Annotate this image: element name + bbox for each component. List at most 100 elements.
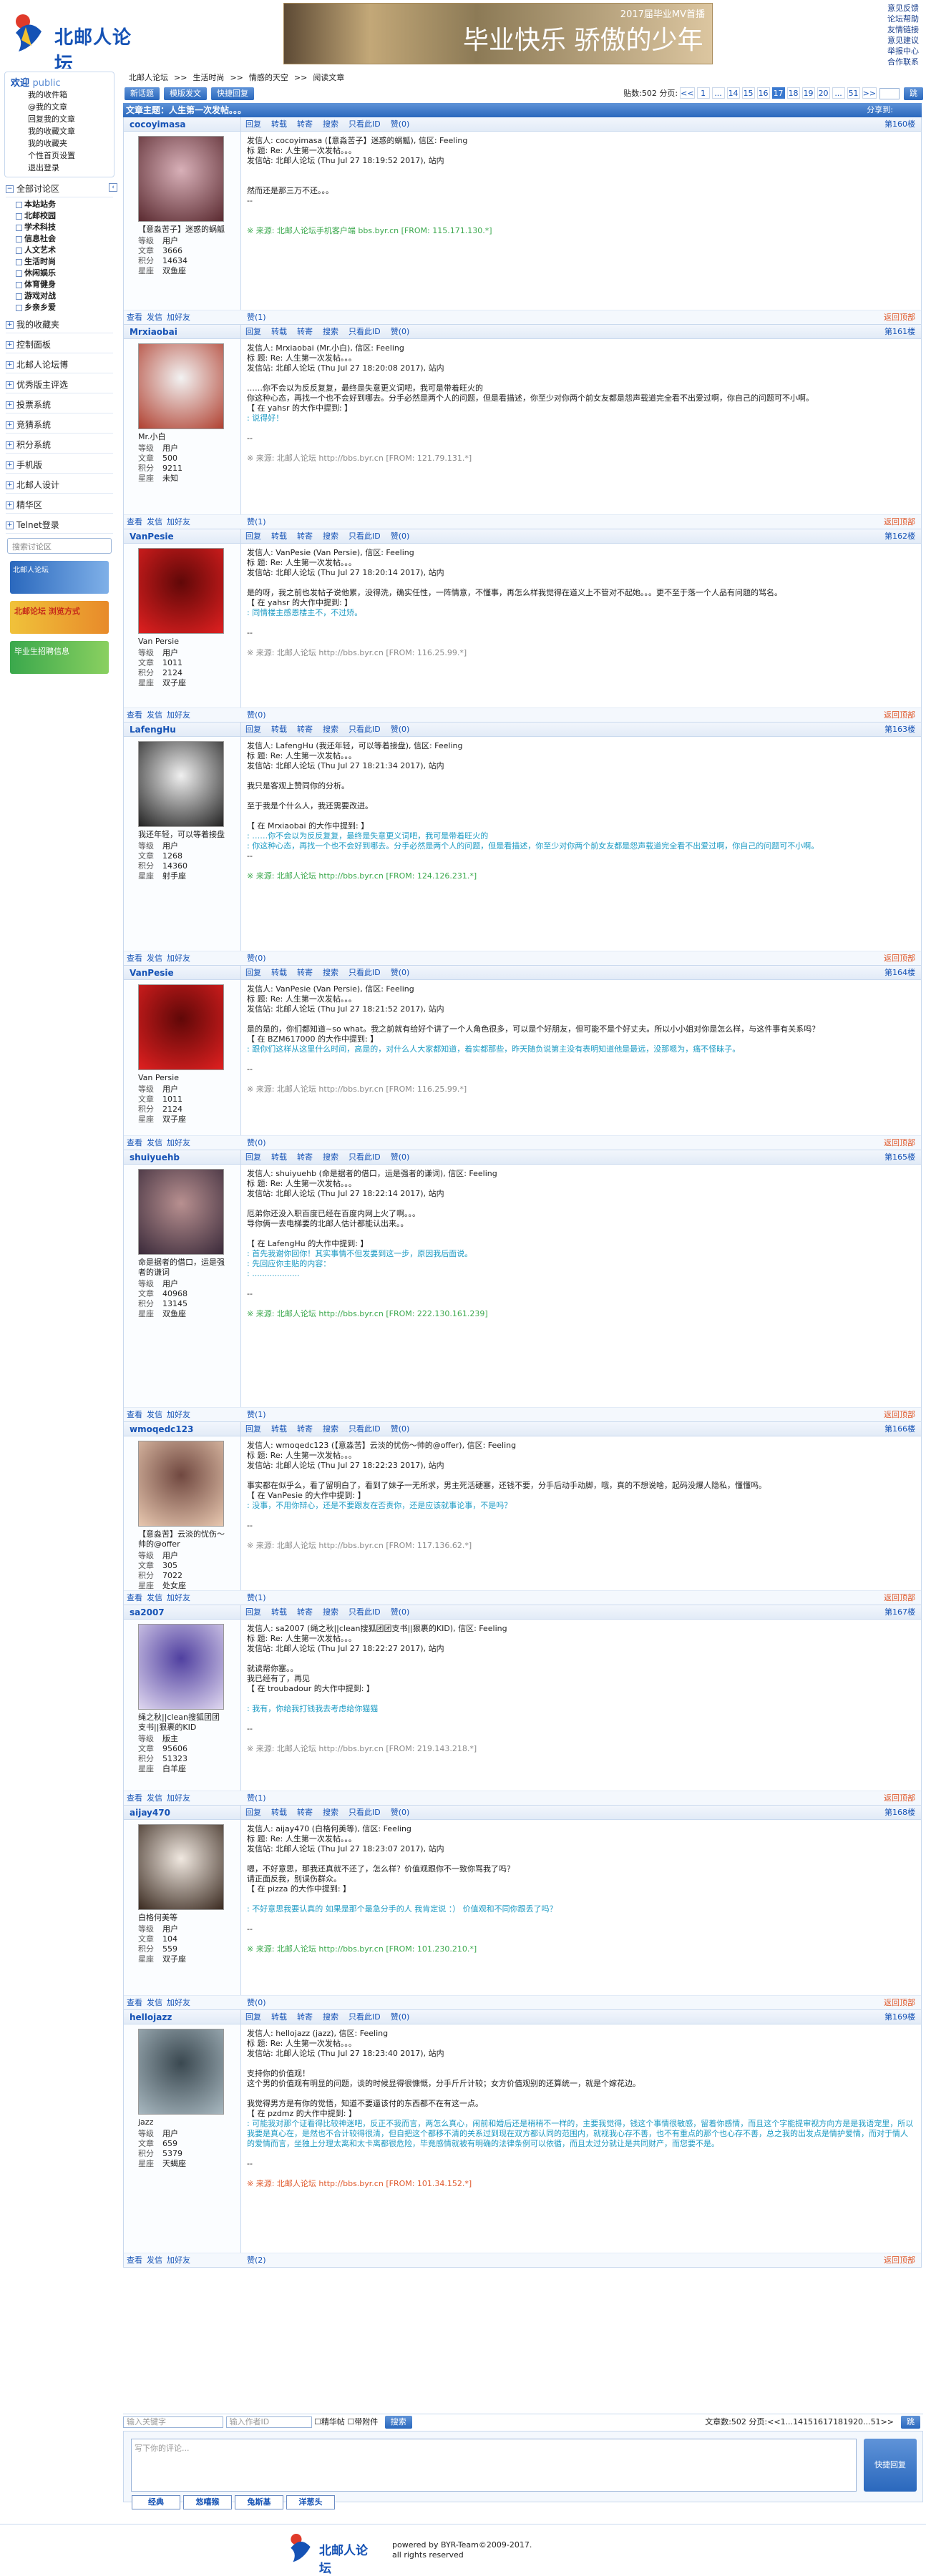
expand-icon[interactable]: + bbox=[6, 421, 14, 429]
like-button[interactable]: 赞(0) bbox=[391, 1808, 410, 1817]
add-friend-button[interactable]: 加好友 bbox=[167, 954, 190, 963]
header-banner[interactable]: 2017届毕业MV首播 毕业快乐 骄傲的少年 bbox=[283, 3, 713, 64]
page-link[interactable]: << bbox=[767, 2417, 780, 2426]
sidebar-category[interactable]: 学术科技 bbox=[0, 222, 119, 233]
tab-youxihou[interactable]: 悠嘻猴 bbox=[183, 2495, 232, 2509]
repost-button[interactable]: 转载 bbox=[271, 968, 287, 977]
like-count-button[interactable]: 赞(1) bbox=[247, 1793, 266, 1803]
top-link[interactable]: 友情链接 bbox=[887, 24, 926, 35]
post-author[interactable]: cocoyimasa bbox=[124, 117, 240, 132]
page-link[interactable]: 14 bbox=[793, 2417, 803, 2426]
floor-number[interactable]: 第163楼 bbox=[884, 723, 915, 737]
sidebar-user-link[interactable]: 退出登录 bbox=[11, 162, 108, 174]
reply-button[interactable]: 回复 bbox=[245, 327, 261, 336]
sidebar-user-link[interactable]: 我的收藏夹 bbox=[11, 137, 108, 150]
view-button[interactable]: 查看 bbox=[127, 313, 142, 322]
search-button[interactable]: 搜索 bbox=[323, 725, 338, 734]
add-friend-button[interactable]: 加好友 bbox=[167, 313, 190, 322]
page-link[interactable]: 16 bbox=[756, 87, 770, 99]
avatar[interactable] bbox=[138, 984, 224, 1070]
expand-icon[interactable]: + bbox=[6, 401, 14, 409]
page-jump-button[interactable]: 跳 bbox=[904, 87, 923, 100]
search-button[interactable]: 搜索 bbox=[384, 2416, 412, 2429]
sidebar-section[interactable]: + 控制面板 bbox=[6, 338, 113, 353]
badge-browse-mode[interactable]: 北邮论坛 浏览方式 bbox=[10, 601, 109, 634]
like-count-button[interactable]: 赞(1) bbox=[247, 517, 266, 527]
page-link[interactable]: << bbox=[680, 87, 695, 99]
top-link[interactable]: 意见反馈 bbox=[887, 3, 926, 14]
sidebar-section[interactable]: + 精华区 bbox=[6, 498, 113, 514]
message-button[interactable]: 发信 bbox=[147, 1138, 162, 1147]
repost-button[interactable]: 转载 bbox=[271, 725, 287, 734]
page-link[interactable]: 15 bbox=[803, 2417, 813, 2426]
crumb-link[interactable]: 生活时尚 bbox=[192, 73, 224, 82]
reply-button[interactable]: 回复 bbox=[245, 1424, 261, 1434]
collapse-icon[interactable]: − bbox=[6, 185, 14, 193]
avatar[interactable] bbox=[138, 741, 224, 827]
repost-button[interactable]: 转载 bbox=[271, 2012, 287, 2022]
reply-button[interactable]: 回复 bbox=[245, 2012, 261, 2022]
like-button[interactable]: 赞(0) bbox=[391, 1424, 410, 1434]
sidebar-section-all[interactable]: − 全部讨论区 bbox=[6, 182, 113, 197]
like-button[interactable]: 赞(0) bbox=[391, 1607, 410, 1617]
like-count-button[interactable]: 赞(2) bbox=[247, 2256, 266, 2265]
reply-button[interactable]: 回复 bbox=[245, 725, 261, 734]
message-button[interactable]: 发信 bbox=[147, 1793, 162, 1803]
like-count-button[interactable]: 赞(1) bbox=[247, 313, 266, 322]
page-link[interactable]: 1 bbox=[781, 2417, 786, 2426]
board-search-input[interactable]: 搜索讨论区 bbox=[7, 538, 112, 554]
search-button[interactable]: 搜索 bbox=[323, 327, 338, 336]
view-button[interactable]: 查看 bbox=[127, 1793, 142, 1803]
floor-number[interactable]: 第164楼 bbox=[884, 966, 915, 980]
back-to-top-link[interactable]: 返回顶部 bbox=[884, 1408, 915, 1422]
message-button[interactable]: 发信 bbox=[147, 2256, 162, 2265]
quick-reply-submit-button[interactable]: 快捷回复 bbox=[864, 2439, 917, 2492]
repost-button[interactable]: 转载 bbox=[271, 1424, 287, 1434]
post-author[interactable]: LafengHu bbox=[124, 723, 240, 737]
forward-button[interactable]: 转寄 bbox=[297, 968, 313, 977]
search-button[interactable]: 搜索 bbox=[323, 2012, 338, 2022]
forward-button[interactable]: 转寄 bbox=[297, 1152, 313, 1162]
like-button[interactable]: 赞(0) bbox=[391, 532, 410, 541]
sidebar-section[interactable]: + 竞猜系统 bbox=[6, 418, 113, 434]
expand-icon[interactable]: + bbox=[6, 321, 14, 329]
view-button[interactable]: 查看 bbox=[127, 1998, 142, 2007]
author-only-button[interactable]: 只看此ID bbox=[349, 1152, 381, 1162]
view-button[interactable]: 查看 bbox=[127, 1410, 142, 1419]
sidebar-toggle-icon[interactable]: ‹ bbox=[109, 183, 117, 192]
message-button[interactable]: 发信 bbox=[147, 313, 162, 322]
expand-icon[interactable]: + bbox=[6, 481, 14, 489]
back-to-top-link[interactable]: 返回顶部 bbox=[884, 515, 915, 529]
expand-icon[interactable]: + bbox=[6, 361, 14, 369]
message-button[interactable]: 发信 bbox=[147, 1998, 162, 2007]
view-button[interactable]: 查看 bbox=[127, 954, 142, 963]
quick-reply-button[interactable]: 快捷回复 bbox=[211, 87, 254, 100]
view-button[interactable]: 查看 bbox=[127, 2256, 142, 2265]
badge-forum[interactable]: 北邮人论坛 bbox=[10, 561, 109, 594]
view-button[interactable]: 查看 bbox=[127, 517, 142, 527]
reply-button[interactable]: 回复 bbox=[245, 1607, 261, 1617]
message-button[interactable]: 发信 bbox=[147, 1410, 162, 1419]
keyword-input[interactable]: 输入关键字 bbox=[123, 2416, 223, 2428]
forward-button[interactable]: 转寄 bbox=[297, 119, 313, 129]
avatar[interactable] bbox=[138, 1824, 224, 1910]
add-friend-button[interactable]: 加好友 bbox=[167, 2256, 190, 2265]
view-button[interactable]: 查看 bbox=[127, 1593, 142, 1602]
sidebar-category[interactable]: 北邮校园 bbox=[0, 210, 119, 222]
like-button[interactable]: 赞(0) bbox=[391, 327, 410, 336]
add-friend-button[interactable]: 加好友 bbox=[167, 1138, 190, 1147]
page-link[interactable]: 15 bbox=[741, 87, 755, 99]
floor-number[interactable]: 第168楼 bbox=[884, 1806, 915, 1820]
crumb-link[interactable]: 阅读文章 bbox=[313, 73, 344, 82]
sidebar-category[interactable]: 乡亲乡爱 bbox=[0, 302, 119, 313]
page-link[interactable]: 20 bbox=[817, 87, 830, 99]
tab-classic[interactable]: 经典 bbox=[132, 2495, 180, 2509]
like-button[interactable]: 赞(0) bbox=[391, 1152, 410, 1162]
page-link[interactable]: 51 bbox=[847, 87, 860, 99]
sidebar-user-link[interactable]: @我的文章 bbox=[11, 101, 108, 113]
floor-number[interactable]: 第161楼 bbox=[884, 325, 915, 339]
message-button[interactable]: 发信 bbox=[147, 517, 162, 527]
badge-jobs[interactable]: 毕业生招聘信息 bbox=[10, 641, 109, 674]
back-to-top-link[interactable]: 返回顶部 bbox=[884, 1136, 915, 1150]
floor-number[interactable]: 第169楼 bbox=[884, 2010, 915, 2024]
